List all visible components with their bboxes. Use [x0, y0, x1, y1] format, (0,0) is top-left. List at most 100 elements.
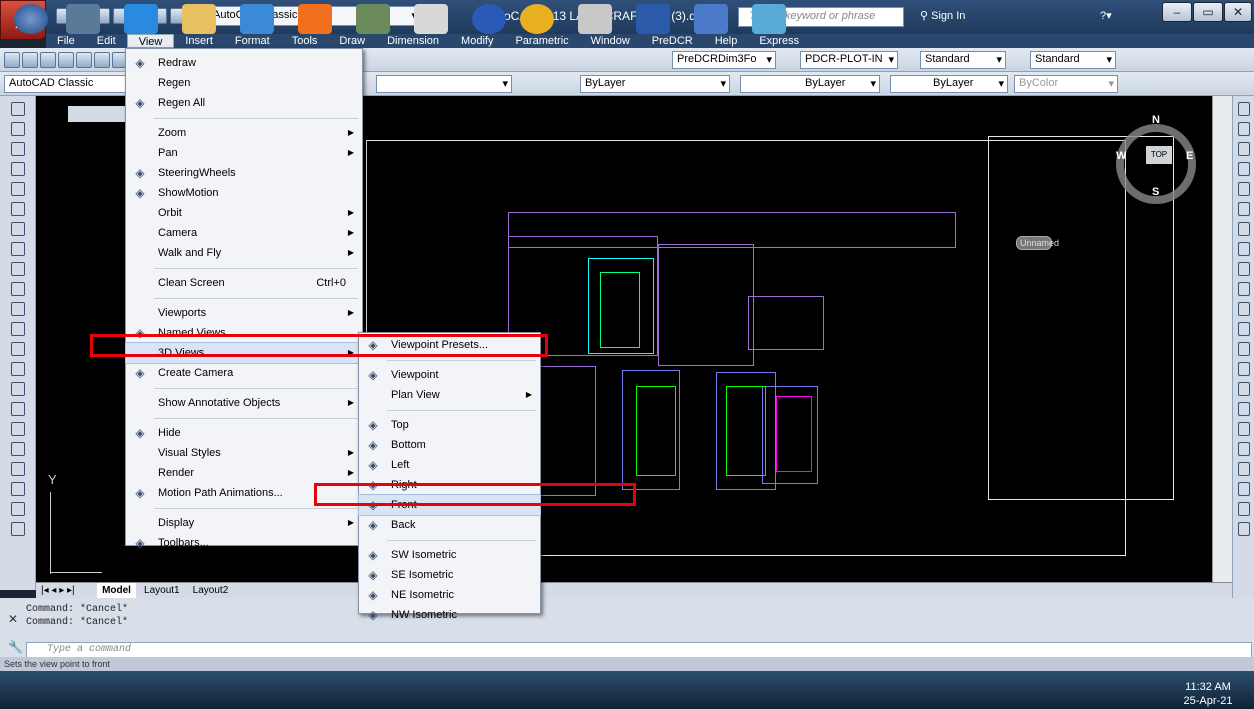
toolbar-button-icon[interactable] [58, 52, 74, 68]
plot-color-combo[interactable]: ByColor [1014, 75, 1118, 93]
view-menu-item-visual-styles[interactable]: Visual Styles ▶ [126, 443, 362, 463]
color-combo[interactable]: ByLayer [580, 75, 730, 93]
submenu-item-se-isometric[interactable]: ◈ SE Isometric [359, 565, 540, 585]
draw-tool-icon[interactable] [10, 242, 25, 256]
view-menu-item-regen-all[interactable]: ◈ Regen All [126, 93, 362, 113]
menubar-modify[interactable]: Modify [450, 34, 504, 48]
explorer-icon[interactable] [182, 4, 216, 34]
vertical-scrollbar[interactable] [1212, 96, 1232, 582]
taskbar-app-icon[interactable] [66, 4, 100, 34]
modify-tool-icon[interactable] [1237, 142, 1250, 156]
submenu-item-top[interactable]: ◈ Top [359, 415, 540, 435]
draw-tool-icon[interactable] [10, 402, 25, 416]
help-app-icon[interactable] [472, 4, 506, 34]
draw-tool-icon[interactable] [10, 162, 25, 176]
menubar-parametric[interactable]: Parametric [504, 34, 579, 48]
menubar-tools[interactable]: Tools [281, 34, 329, 48]
modify-tool-icon[interactable] [1237, 202, 1250, 216]
view-menu-item-zoom[interactable]: Zoom ▶ [126, 123, 362, 143]
submenu-item-back[interactable]: ◈ Back [359, 515, 540, 535]
command-input[interactable]: Type a command [26, 642, 1252, 658]
submenu-item-viewpoint[interactable]: ◈ Viewpoint [359, 365, 540, 385]
modify-tool-icon[interactable] [1237, 102, 1250, 116]
draw-tool-icon[interactable] [10, 322, 25, 336]
submenu-item-nw-isometric[interactable]: ◈ NW Isometric [359, 605, 540, 625]
workspace-combo[interactable]: AutoCAD Classic [4, 75, 138, 93]
layer-combo[interactable] [376, 75, 512, 93]
linetype-combo[interactable]: ByLayer [740, 75, 880, 93]
view-menu-item-walk-and-fly[interactable]: Walk and Fly ▶ [126, 243, 362, 263]
view-menu-item-redraw[interactable]: ◈ Redraw [126, 53, 362, 73]
modify-tool-icon[interactable] [1237, 342, 1250, 356]
tab-nav-arrows[interactable]: |◂ ◂ ▸ ▸| [36, 583, 94, 599]
modify-tool-icon[interactable] [1237, 482, 1250, 496]
toolbar-button-icon[interactable] [22, 52, 38, 68]
view-menu-item-regen[interactable]: Regen [126, 73, 362, 93]
menubar-help[interactable]: Help [704, 34, 749, 48]
draw-tool-icon[interactable] [10, 482, 25, 496]
view-menu-item-hide[interactable]: ◈ Hide [126, 423, 362, 443]
signin-button[interactable]: ⚲ Sign In [920, 9, 965, 22]
media-icon[interactable] [240, 4, 274, 34]
modify-tool-icon[interactable] [1237, 162, 1250, 176]
toolbar-button-icon[interactable] [76, 52, 92, 68]
view-menu-item-motion-path-animations[interactable]: ◈ Motion Path Animations... [126, 483, 362, 503]
draw-tool-icon[interactable] [10, 122, 25, 136]
view-menu-item-create-camera[interactable]: ◈ Create Camera [126, 363, 362, 383]
dimstyle-combo[interactable]: PreDCRDim3Fo [672, 51, 776, 69]
menubar-insert[interactable]: Insert [174, 34, 224, 48]
modify-tool-icon[interactable] [1237, 522, 1250, 536]
help-icon[interactable]: ?▾ [1100, 9, 1112, 22]
customize-icon[interactable]: 🔧 [8, 640, 23, 654]
modify-tool-icon[interactable] [1237, 302, 1250, 316]
draw-tool-icon[interactable] [10, 342, 25, 356]
lineweight-combo[interactable]: ByLayer [890, 75, 1008, 93]
menubar-predcr[interactable]: PreDCR [641, 34, 704, 48]
draw-tool-icon[interactable] [10, 182, 25, 196]
modify-tool-icon[interactable] [1237, 242, 1250, 256]
draw-tool-icon[interactable] [10, 202, 25, 216]
menubar-edit[interactable]: Edit [86, 34, 127, 48]
view-menu-item-show-annotative-objects[interactable]: Show Annotative Objects ▶ [126, 393, 362, 413]
toolbar-button-icon[interactable] [4, 52, 20, 68]
tab-layout1[interactable]: Layout1 [139, 583, 185, 599]
view-menu-item-viewports[interactable]: Viewports ▶ [126, 303, 362, 323]
view-menu-item-named-views[interactable]: ◈ Named Views... [126, 323, 362, 343]
menubar-dimension[interactable]: Dimension [376, 34, 450, 48]
view-menu-item-camera[interactable]: Camera ▶ [126, 223, 362, 243]
tab-model[interactable]: Model [97, 583, 136, 599]
toolbar-button-icon[interactable] [94, 52, 110, 68]
word-icon[interactable] [636, 4, 670, 34]
draw-tool-icon[interactable] [10, 362, 25, 376]
draw-tool-icon[interactable] [10, 442, 25, 456]
submenu-item-left[interactable]: ◈ Left [359, 455, 540, 475]
draw-tool-icon[interactable] [10, 522, 25, 536]
textstyle-combo[interactable]: Standard [920, 51, 1006, 69]
draw-tool-icon[interactable] [10, 282, 25, 296]
system-clock[interactable]: 11:32 AM 25-Apr-21 [1178, 680, 1238, 708]
close-command-icon[interactable]: ✕ [8, 612, 18, 626]
acrobat-icon[interactable] [414, 4, 448, 34]
draw-tool-icon[interactable] [10, 102, 25, 116]
modify-tool-icon[interactable] [1237, 422, 1250, 436]
draw-tool-icon[interactable] [10, 422, 25, 436]
draw-tool-icon[interactable] [10, 262, 25, 276]
toolbar-button-icon[interactable] [40, 52, 56, 68]
view-menu-item-showmotion[interactable]: ◈ ShowMotion [126, 183, 362, 203]
menubar-view[interactable]: View [126, 34, 175, 48]
modify-tool-icon[interactable] [1237, 382, 1250, 396]
modify-tool-icon[interactable] [1237, 502, 1250, 516]
menubar-format[interactable]: Format [224, 34, 281, 48]
menubar-draw[interactable]: Draw [328, 34, 376, 48]
modify-tool-icon[interactable] [1237, 222, 1250, 236]
draw-tool-icon[interactable] [10, 222, 25, 236]
menubar-express[interactable]: Express [748, 34, 810, 48]
maximize-button[interactable]: ▭ [1193, 2, 1223, 22]
draw-tool-icon[interactable] [10, 302, 25, 316]
submenu-item-bottom[interactable]: ◈ Bottom [359, 435, 540, 455]
plotstyle-combo[interactable]: PDCR-PLOT-IN [800, 51, 898, 69]
view-menu-item-toolbars[interactable]: ◈ Toolbars... [126, 533, 362, 553]
chrome-icon[interactable] [520, 4, 554, 34]
close-button[interactable]: ✕ [1224, 2, 1252, 22]
modify-tool-icon[interactable] [1237, 182, 1250, 196]
